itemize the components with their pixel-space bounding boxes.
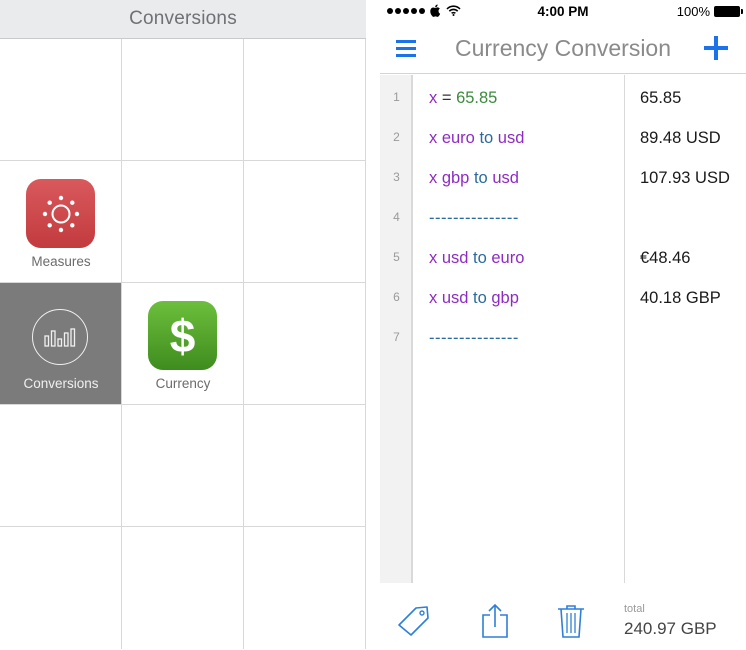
token-var: x — [429, 289, 438, 307]
measures-app-icon[interactable] — [26, 179, 95, 248]
grid-cell-empty — [122, 405, 244, 527]
line-expression[interactable]: x gbp to usd — [429, 169, 519, 188]
status-bar: 4:00 PM 100% — [380, 0, 746, 22]
token-unit: usd — [493, 129, 525, 147]
share-button[interactable] — [480, 603, 520, 643]
add-button[interactable] — [702, 34, 730, 62]
token-var: x — [429, 169, 438, 187]
line-result: 65.85 — [640, 89, 682, 107]
line-expression[interactable]: --------------- — [429, 209, 519, 228]
battery-icon — [714, 6, 743, 17]
editor-line[interactable]: 2 x euro to usd 89.48 USD — [380, 118, 746, 158]
line-number: 5 — [393, 250, 400, 264]
editor-line[interactable]: 4 --------------- — [380, 198, 746, 238]
grid-cell-empty — [122, 527, 244, 649]
app-currency[interactable]: $ Currency — [122, 283, 244, 405]
editor-line[interactable]: 5 x usd to euro €48.46 — [380, 238, 746, 278]
line-number: 2 — [393, 130, 400, 144]
dollar-icon: $ — [169, 309, 196, 362]
line-expression[interactable]: x usd to euro — [429, 249, 524, 268]
line-expression[interactable]: x euro to usd — [429, 129, 524, 148]
grid-cell-empty — [244, 405, 366, 527]
token-kw: to — [474, 129, 494, 147]
grid-cell-empty — [0, 39, 122, 161]
grid-cell-empty — [244, 527, 366, 649]
token-kw: to — [469, 169, 488, 187]
share-icon — [482, 603, 508, 638]
bar-chart-icon — [44, 328, 76, 347]
line-expression[interactable]: x usd to gbp — [429, 289, 519, 308]
token-kw: to — [468, 289, 487, 307]
status-right: 100% — [676, 4, 743, 19]
calculation-editor[interactable]: 1x = 65.85 65.85 2 x euro to usd 89.48 USD 3 x… — [380, 75, 746, 583]
line-result: 107.93 USD — [640, 169, 730, 187]
conversions-header: Conversions — [0, 0, 366, 39]
line-result: €48.46 — [640, 249, 691, 267]
grid-cell-empty — [0, 527, 122, 649]
line-expression[interactable]: --------------- — [429, 329, 519, 348]
app-grid: Measures Conversions $ Currency — [0, 39, 366, 650]
line-number: 4 — [393, 210, 400, 224]
line-result: 89.48 USD — [640, 129, 721, 147]
header-title: Conversions — [129, 8, 237, 29]
grid-cell-empty — [122, 161, 244, 283]
grid-cell-empty — [244, 161, 366, 283]
line-expression[interactable]: x = 65.85 — [429, 89, 497, 108]
line-number: 1 — [393, 90, 400, 104]
editor-line[interactable]: 1x = 65.85 65.85 — [380, 78, 746, 118]
grid-cell-empty — [244, 39, 366, 161]
navigation-bar: Currency Conversion — [380, 22, 746, 74]
line-number: 7 — [393, 330, 400, 344]
app-measures[interactable]: Measures — [0, 161, 122, 283]
editor-line[interactable]: 6 x usd to gbp 40.18 GBP — [380, 278, 746, 318]
grid-cell-empty — [0, 405, 122, 527]
conversions-panel: Conversions Measures Conversions $ Curre… — [0, 0, 366, 650]
tag-button[interactable] — [396, 603, 436, 643]
token-unit: euro — [437, 129, 475, 147]
line-number: 3 — [393, 170, 400, 184]
token-op: = — [437, 89, 457, 107]
token-unit: euro — [486, 249, 525, 267]
token-kw: to — [468, 249, 487, 267]
token-var: x — [429, 249, 438, 267]
conversions-app-icon[interactable] — [32, 309, 88, 365]
app-label: Measures — [31, 254, 91, 269]
page-title: Currency Conversion — [454, 35, 672, 61]
token-num: 65.85 — [456, 89, 498, 107]
bottom-toolbar: total 240.97 GBP — [380, 583, 746, 650]
app-label: Conversions — [23, 376, 99, 391]
grid-cell-empty — [244, 283, 366, 405]
token-unit: gbp — [486, 289, 519, 307]
total-value: 240.97 GBP — [624, 619, 717, 638]
sun-icon — [42, 195, 79, 232]
token-unit: usd — [487, 169, 519, 187]
trash-icon — [558, 605, 584, 638]
total-label: total — [624, 603, 645, 615]
delete-button[interactable] — [556, 603, 596, 643]
currency-conversion-screen: 4:00 PM 100% Currency Conversion 1x = 65… — [380, 0, 746, 650]
token-var: x — [429, 129, 438, 147]
currency-app-icon[interactable]: $ — [148, 301, 217, 370]
token-unit: gbp — [437, 169, 470, 187]
token-unit: usd — [437, 289, 469, 307]
battery-percent: 100% — [676, 4, 710, 19]
app-label: Currency — [155, 376, 211, 391]
line-result: 40.18 GBP — [640, 289, 721, 307]
token-sep: --------------- — [429, 209, 519, 227]
token-sep: --------------- — [429, 329, 519, 347]
editor-line[interactable]: 7 --------------- — [380, 318, 746, 358]
editor-line[interactable]: 3 x gbp to usd 107.93 USD — [380, 158, 746, 198]
tag-icon — [398, 606, 429, 636]
line-number: 6 — [393, 290, 400, 304]
grid-cell-empty — [122, 39, 244, 161]
token-var: x — [429, 89, 438, 107]
app-conversions[interactable]: Conversions — [0, 283, 122, 405]
token-unit: usd — [437, 249, 469, 267]
